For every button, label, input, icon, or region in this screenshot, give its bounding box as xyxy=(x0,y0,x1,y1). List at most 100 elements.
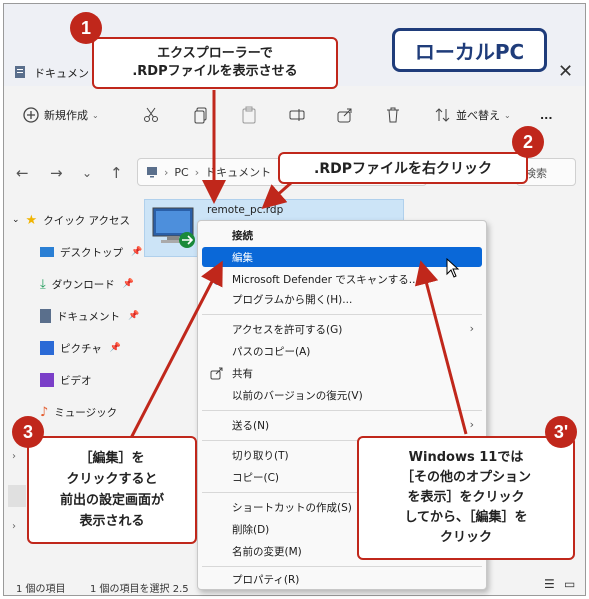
star-icon: ★ xyxy=(25,212,38,228)
paste-icon xyxy=(242,106,256,124)
sidebar-item-label: ドキュメント xyxy=(57,310,120,323)
menu-item-label: ショートカットの作成(S) xyxy=(232,501,352,514)
rename-icon xyxy=(289,109,305,121)
tiles-view-icon[interactable]: ▭ xyxy=(564,577,575,591)
video-icon xyxy=(40,373,54,387)
back-arrow-icon[interactable]: ← xyxy=(16,164,29,182)
menu-item-edit[interactable]: 編集 xyxy=(202,247,482,267)
close-button[interactable]: ✕ xyxy=(558,61,573,82)
menu-item-send-to[interactable]: 送る(N) › xyxy=(202,415,482,435)
menu-item-label: Microsoft Defender でスキャンする... xyxy=(232,273,419,286)
callout-3p-line1: Windows 11では xyxy=(408,450,524,465)
sidebar-item-pictures[interactable]: ピクチャ 📌 xyxy=(40,337,121,359)
callout-3p-line5: クリック xyxy=(439,530,492,545)
sidebar-item-documents[interactable]: ドキュメント 📌 xyxy=(40,305,139,327)
pc-icon xyxy=(147,167,157,178)
menu-item-label: コピー(C) xyxy=(232,471,280,484)
menu-separator xyxy=(202,410,482,411)
new-button-label: 新規作成 xyxy=(44,109,88,122)
callout-1-line1: エクスプローラーで xyxy=(157,46,273,61)
menu-item-label: 編集 xyxy=(232,251,253,264)
callout-3-line4: 表示される xyxy=(79,514,145,529)
sidebar-item-videos[interactable]: ビデオ xyxy=(40,369,92,391)
copy-button[interactable] xyxy=(192,104,210,126)
copy-icon xyxy=(194,107,207,124)
forward-arrow-icon[interactable]: → xyxy=(50,164,63,182)
sidebar-item-desktop[interactable]: デスクトップ 📌 xyxy=(40,241,142,263)
share-button[interactable] xyxy=(336,104,354,126)
sidebar-item-label: ピクチャ xyxy=(60,342,102,355)
chevron-right-icon[interactable]: › xyxy=(12,451,16,462)
pictures-icon xyxy=(40,341,54,355)
window-title: ドキュメント xyxy=(34,67,100,80)
callout-2: .RDPファイルを右クリック xyxy=(278,152,528,184)
menu-item-share[interactable]: 共有 xyxy=(202,363,482,383)
more-button[interactable]: ... xyxy=(540,104,553,126)
remote-desktop-file-icon xyxy=(152,207,195,248)
step-badge-3-prime: 3' xyxy=(545,416,577,448)
download-icon: ⤓ xyxy=(40,276,46,292)
menu-item-label: プロパティ(R) xyxy=(232,573,300,586)
menu-item-label: 接続 xyxy=(232,229,253,242)
up-arrow-icon[interactable]: ↑ xyxy=(110,164,123,182)
music-icon: ♪ xyxy=(40,404,49,420)
callout-3p-line3: を表示］をクリック xyxy=(407,490,525,505)
paste-button[interactable] xyxy=(240,104,258,126)
breadcrumb-pc[interactable]: PC xyxy=(174,166,188,179)
menu-item-properties[interactable]: プロパティ(R) xyxy=(202,569,482,589)
chevron-right-icon[interactable]: › xyxy=(12,521,16,532)
menu-item-restore-versions[interactable]: 以前のバージョンの復元(V) xyxy=(202,385,482,405)
menu-separator xyxy=(202,566,482,567)
menu-item-copy-path[interactable]: パスのコピー(A) xyxy=(202,341,482,361)
sidebar-item-label: ビデオ xyxy=(60,374,92,387)
callout-3: ［編集］を クリックすると 前出の設定画面が 表示される xyxy=(27,436,197,544)
chevron-right-icon: › xyxy=(469,322,474,335)
callout-3p-line4: してから、［編集］を xyxy=(404,510,528,525)
sidebar-item-this-pc[interactable] xyxy=(8,485,26,507)
pin-icon: 📌 xyxy=(131,247,143,257)
menu-item-open-with[interactable]: プログラムから開く(H)... xyxy=(202,289,482,309)
pin-icon: 📌 xyxy=(109,343,122,353)
new-button[interactable]: 新規作成 ⌄ xyxy=(22,104,99,126)
callout-2-text: .RDPファイルを右クリック xyxy=(314,161,492,177)
chevron-right-icon: › xyxy=(469,418,474,431)
cut-button[interactable] xyxy=(142,104,160,126)
share-icon xyxy=(337,108,352,123)
menu-item-label: 削除(D) xyxy=(232,523,270,536)
details-view-icon[interactable]: ☰ xyxy=(544,577,555,591)
sidebar-item-label: クイック アクセス xyxy=(43,214,131,227)
delete-button[interactable] xyxy=(384,104,402,126)
menu-item-defender-scan[interactable]: Microsoft Defender でスキャンする... xyxy=(202,269,482,289)
breadcrumb-chevron-icon: › xyxy=(194,165,200,179)
selection-count: 1 個の項目を選択 2.5 xyxy=(90,584,189,595)
document-icon xyxy=(40,309,51,323)
sidebar-item-label: ダウンロード xyxy=(51,278,115,291)
breadcrumb-documents[interactable]: ドキュメント xyxy=(205,164,271,180)
menu-item-label: 名前の変更(M) xyxy=(232,545,302,558)
menu-item-give-access[interactable]: アクセスを許可する(G) › xyxy=(202,319,482,339)
chevron-down-icon: ⌄ xyxy=(504,110,511,120)
rename-button[interactable] xyxy=(288,104,306,126)
sidebar-item-music[interactable]: ♪ ミュージック xyxy=(40,401,117,423)
step-badge-3: 3 xyxy=(12,416,44,448)
file-name: remote_pc.rdp xyxy=(207,204,284,216)
callout-3-line1: ［編集］を xyxy=(79,451,145,466)
defender-icon xyxy=(212,273,222,285)
sidebar-item-label: ミュージック xyxy=(54,406,118,419)
sort-button[interactable]: 並べ替え ⌄ xyxy=(434,104,511,126)
pin-icon: 📌 xyxy=(128,311,140,321)
trash-icon xyxy=(387,107,399,123)
sidebar-item-quick-access[interactable]: ⌄ ★ クイック アクセス xyxy=(4,209,130,231)
callout-3-prime: Windows 11では ［その他のオプション を表示］をクリック してから、［… xyxy=(357,436,575,560)
menu-item-label: 共有 xyxy=(232,367,253,380)
mouse-cursor-icon xyxy=(446,258,460,278)
menu-item-label: アクセスを許可する(G) xyxy=(232,323,343,336)
menu-item-label: プログラムから開く(H)... xyxy=(232,293,353,306)
share-icon xyxy=(210,367,223,380)
scissors-icon xyxy=(144,107,158,122)
menu-item-connect[interactable]: 接続 xyxy=(202,225,482,245)
chevron-down-icon[interactable]: ⌄ xyxy=(82,166,92,180)
desktop-icon xyxy=(40,247,54,257)
menu-separator xyxy=(202,314,482,315)
sidebar-item-downloads[interactable]: ⤓ ダウンロード 📌 xyxy=(40,273,134,295)
